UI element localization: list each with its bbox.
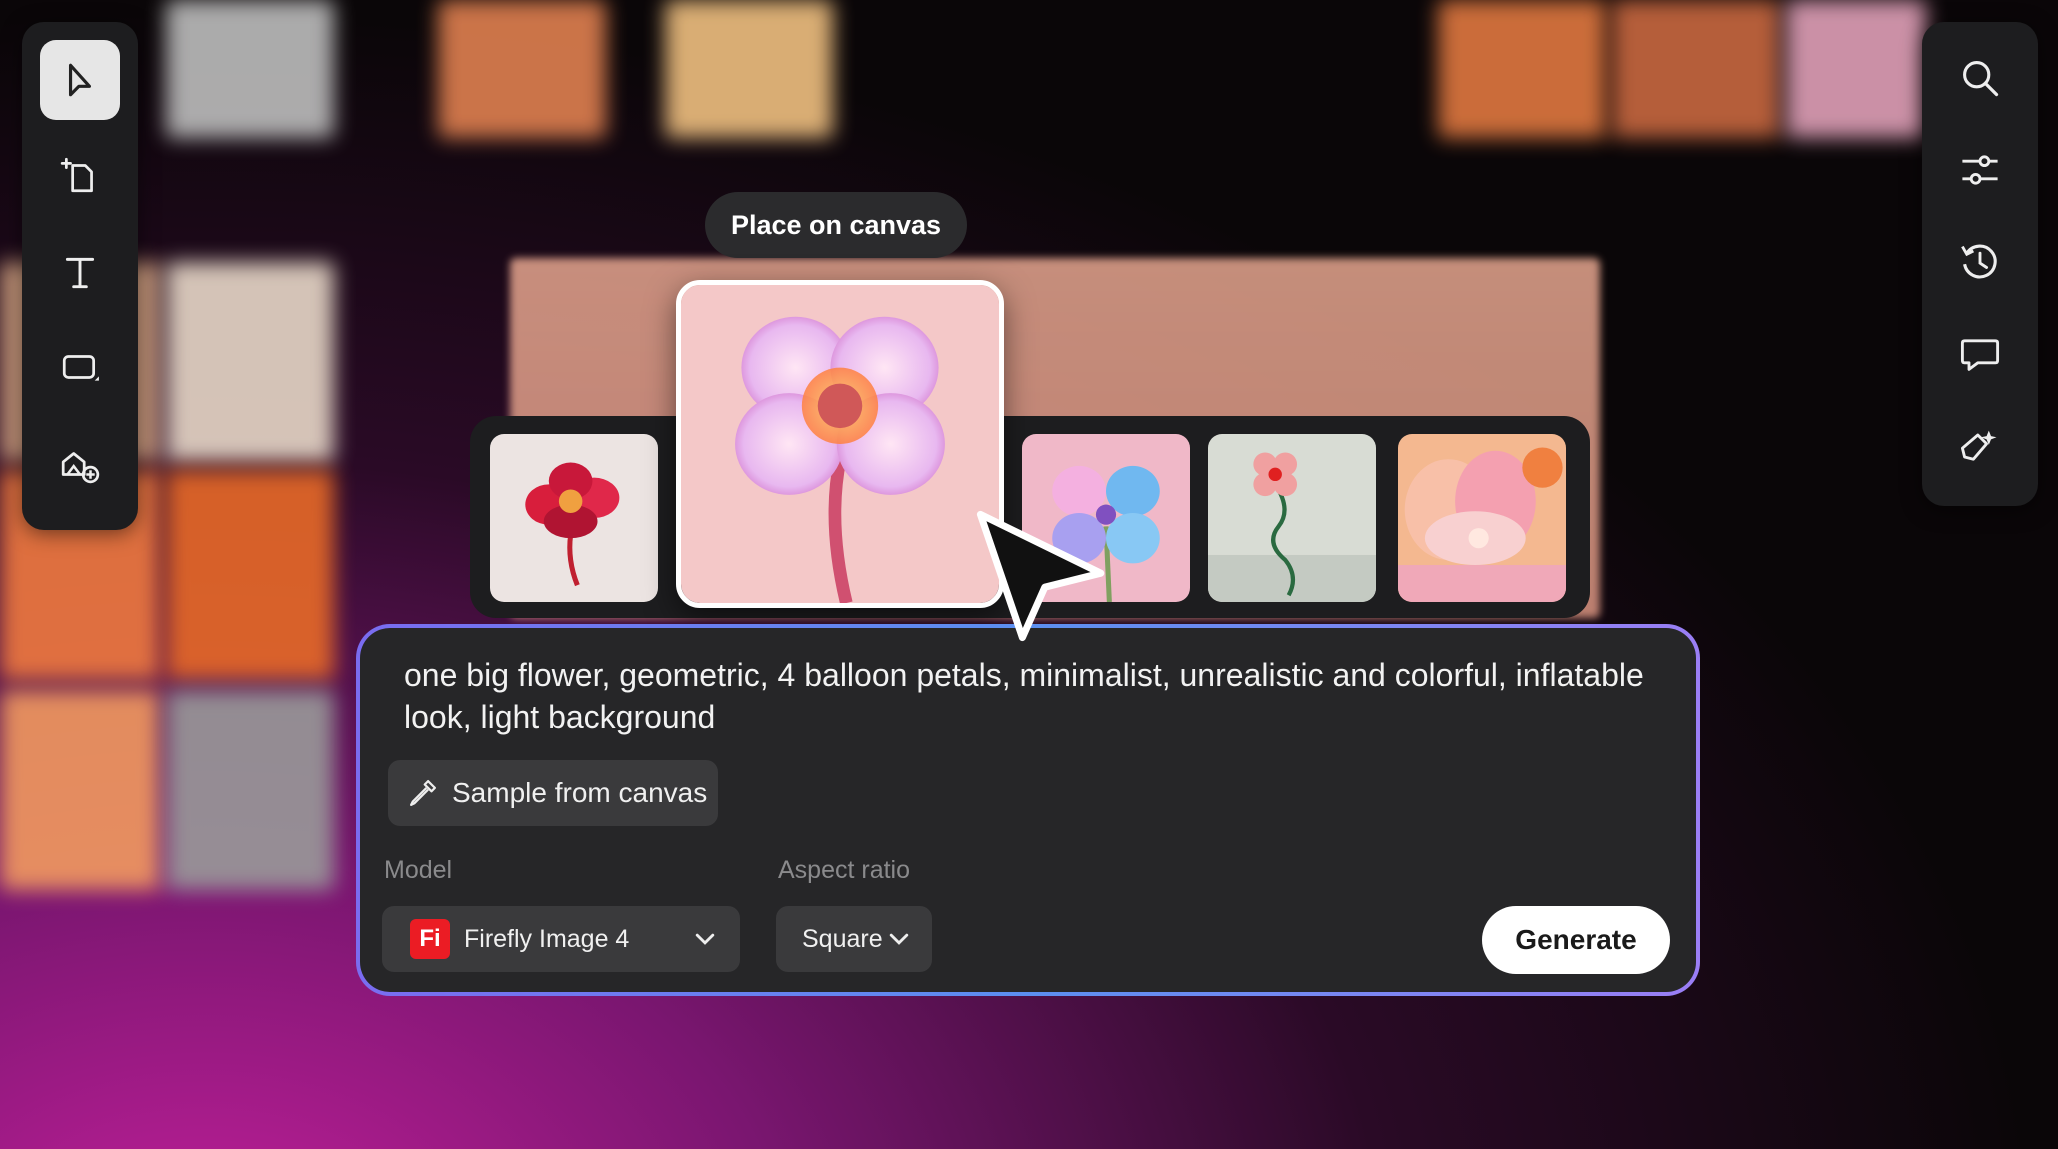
stem-flower-image bbox=[1208, 434, 1376, 602]
model-value: Firefly Image 4 bbox=[464, 924, 630, 953]
mouse-cursor-icon bbox=[976, 510, 1105, 642]
history-icon bbox=[1961, 244, 1997, 279]
thumbnail-1[interactable] bbox=[490, 434, 658, 602]
sample-from-canvas-button[interactable]: Sample from canvas bbox=[388, 760, 718, 826]
bg-tile bbox=[0, 690, 160, 890]
bg-tile bbox=[1786, 0, 1926, 138]
sample-from-canvas-label: Sample from canvas bbox=[452, 777, 708, 808]
search-button[interactable] bbox=[1940, 38, 2020, 118]
thumbnail-2-selected[interactable] bbox=[676, 280, 1004, 608]
place-on-canvas-tooltip[interactable]: Place on canvas bbox=[705, 192, 967, 258]
left-toolbar bbox=[22, 22, 138, 530]
chevron-down-icon bbox=[889, 933, 909, 945]
model-label: Model bbox=[384, 856, 453, 884]
chevron-down-icon bbox=[695, 933, 715, 945]
quick-actions-button[interactable] bbox=[1940, 406, 2020, 486]
shape-tool-button[interactable] bbox=[40, 328, 120, 408]
comments-button[interactable] bbox=[1940, 314, 2020, 394]
select-tool-button[interactable] bbox=[40, 40, 120, 120]
generate-prompt-panel: one big flower, geometric, 4 balloon pet… bbox=[356, 624, 1700, 996]
bg-tile bbox=[166, 0, 334, 138]
right-toolbar bbox=[1922, 22, 2038, 506]
magic-tag-icon bbox=[1960, 430, 1997, 461]
sliders-icon bbox=[1962, 155, 1998, 185]
bg-tile bbox=[166, 262, 334, 462]
aspect-ratio-value: Square bbox=[802, 924, 883, 953]
aspect-ratio-dropdown[interactable]: Square bbox=[776, 906, 932, 972]
glowing-flower-image bbox=[681, 285, 999, 603]
generate-button[interactable]: Generate bbox=[1482, 906, 1670, 974]
generate-image-tool-button[interactable] bbox=[40, 424, 120, 504]
bg-tile bbox=[1438, 0, 1606, 138]
image-add-icon bbox=[61, 452, 100, 484]
aspect-ratio-label: Aspect ratio bbox=[778, 856, 911, 884]
bg-tile bbox=[1612, 0, 1780, 138]
bg-tile bbox=[166, 470, 334, 680]
pink-scene-image bbox=[1398, 434, 1566, 602]
bg-tile bbox=[665, 0, 833, 138]
text-tool-button[interactable] bbox=[40, 232, 120, 312]
firefly-logo-icon: Fi bbox=[410, 919, 450, 959]
red-flower-image bbox=[490, 434, 658, 602]
search-icon bbox=[1963, 61, 1999, 97]
comment-icon bbox=[1960, 339, 2000, 371]
pages-tool-button[interactable] bbox=[40, 136, 120, 216]
bg-tile bbox=[438, 0, 606, 138]
bg-tile bbox=[166, 690, 334, 890]
text-icon bbox=[65, 257, 95, 289]
pointer-icon bbox=[68, 63, 92, 97]
prompt-textarea[interactable]: one big flower, geometric, 4 balloon pet… bbox=[404, 654, 1664, 738]
eyedropper-icon bbox=[409, 779, 437, 807]
thumbnail-5[interactable] bbox=[1398, 434, 1566, 602]
model-dropdown[interactable]: Fi Firefly Image 4 bbox=[382, 906, 740, 972]
adjustments-button[interactable] bbox=[1940, 130, 2020, 210]
add-page-icon bbox=[60, 157, 93, 193]
thumbnail-4[interactable] bbox=[1208, 434, 1376, 602]
history-button[interactable] bbox=[1940, 222, 2020, 302]
rectangle-icon bbox=[62, 355, 99, 381]
